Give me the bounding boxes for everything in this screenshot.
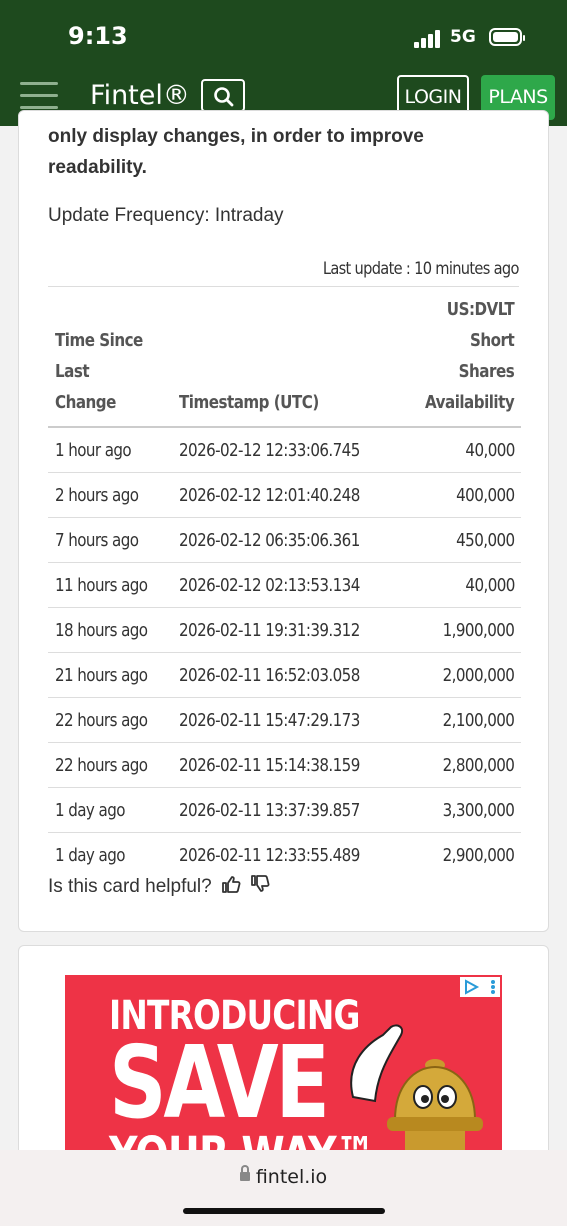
time-since-cell: 2 hours ago [55,484,139,506]
search-icon [214,87,234,107]
timestamp-cell: 2026-02-12 12:33:06.745 [179,439,360,461]
url-field[interactable]: fintel.io [0,1165,567,1188]
ad-title: SAVE [109,1024,330,1141]
time-since-cell: 22 hours ago [55,754,148,776]
timestamp-cell: 2026-02-11 13:37:39.857 [179,799,360,821]
signal-icon [414,30,444,48]
app-header: 9:13 5G Fintel® LOGIN PLANS [0,0,567,126]
time-since-cell: 18 hours ago [55,619,148,641]
availability-cell: 2,000,000 [442,664,515,686]
column-header-time-since[interactable]: Time Since Last Change [48,290,172,427]
table-row: 1 hour ago 2026-02-12 12:33:06.745 40,000 [48,427,522,473]
menu-icon[interactable] [20,82,58,110]
ad-choices-icon[interactable] [460,977,500,997]
time-since-cell: 1 hour ago [55,439,132,461]
timestamp-cell: 2026-02-12 06:35:06.361 [179,529,360,551]
battery-icon [489,28,525,46]
availability-cell: 2,800,000 [442,754,515,776]
card-intro-text: only display changes, in order to improv… [48,126,424,178]
last-update: Last update : 10 minutes ago [323,259,520,279]
search-button[interactable] [201,79,245,112]
time-since-cell: 11 hours ago [55,574,148,596]
brand-logo[interactable]: Fintel® [90,80,190,111]
table-row: 7 hours ago 2026-02-12 06:35:06.361 450,00… [48,518,522,563]
time-since-cell: 1 day ago [55,799,125,821]
table-row: 1 day ago 2026-02-11 13:37:39.857 3,300,00… [48,788,522,833]
availability-cell: 40,000 [465,439,515,461]
column-header-availability[interactable]: US:DVLT Short Shares Availability [401,290,521,427]
time-since-cell: 7 hours ago [55,529,139,551]
timestamp-cell: 2026-02-11 15:14:38.159 [179,754,360,776]
timestamp-cell: 2026-02-11 19:31:39.312 [179,619,360,641]
table-row: 21 hours ago 2026-02-11 16:52:03.058 2,000… [48,653,522,698]
table-row: 2 hours ago 2026-02-12 12:01:40.248 400,00… [48,473,522,518]
timestamp-cell: 2026-02-12 02:13:53.134 [179,574,360,596]
timestamp-cell: 2026-02-11 15:47:29.173 [179,709,360,731]
lock-icon [239,1165,250,1181]
thumbs-up-icon[interactable] [221,875,241,899]
table-row: 18 hours ago 2026-02-11 19:31:39.312 1,900… [48,608,522,653]
availability-cell: 40,000 [465,574,515,596]
time-since-cell: 22 hours ago [55,709,148,731]
availability-cell: 2,100,000 [442,709,515,731]
home-indicator[interactable] [183,1208,385,1214]
table-row: 1 day ago 2026-02-11 12:33:55.489 2,900,00… [48,833,521,878]
time-since-cell: 21 hours ago [55,664,148,686]
status-time: 9:13 [68,22,128,50]
bell-mascot-icon [350,1024,483,1155]
availability-cell: 2,900,000 [442,844,515,866]
short-availability-table: Time Since Last Change Timestamp (UTC) U… [48,290,522,878]
timestamp-cell: 2026-02-11 12:33:55.489 [179,844,360,866]
browser-bar: fintel.io [0,1150,567,1226]
network-label: 5G [450,27,476,47]
thumbs-down-icon[interactable] [250,875,270,899]
timestamp-cell: 2026-02-12 12:01:40.248 [179,484,360,506]
table-row: 11 hours ago 2026-02-12 02:13:53.134 40,00… [48,563,522,608]
timestamp-cell: 2026-02-11 16:52:03.058 [179,664,360,686]
availability-cell: 400,000 [455,484,515,506]
availability-cell: 3,300,000 [442,799,515,821]
table-row: 22 hours ago 2026-02-11 15:47:29.173 2,100… [48,698,522,743]
url-text: fintel.io [255,1166,328,1188]
update-frequency: Update Frequency: Intraday [48,205,284,226]
helpful-label: Is this card helpful? [48,876,212,898]
column-header-timestamp[interactable]: Timestamp (UTC) [172,290,401,427]
helpful-prompt: Is this card helpful? [48,875,270,899]
divider [48,286,519,287]
table-row: 22 hours ago 2026-02-11 15:14:38.159 2,800… [48,743,522,788]
ad-banner[interactable]: INTRODUCING SAVE YOUR WAY™ [65,975,502,1155]
time-since-cell: 1 day ago [55,844,125,866]
availability-cell: 450,000 [455,529,515,551]
availability-cell: 1,900,000 [442,619,515,641]
